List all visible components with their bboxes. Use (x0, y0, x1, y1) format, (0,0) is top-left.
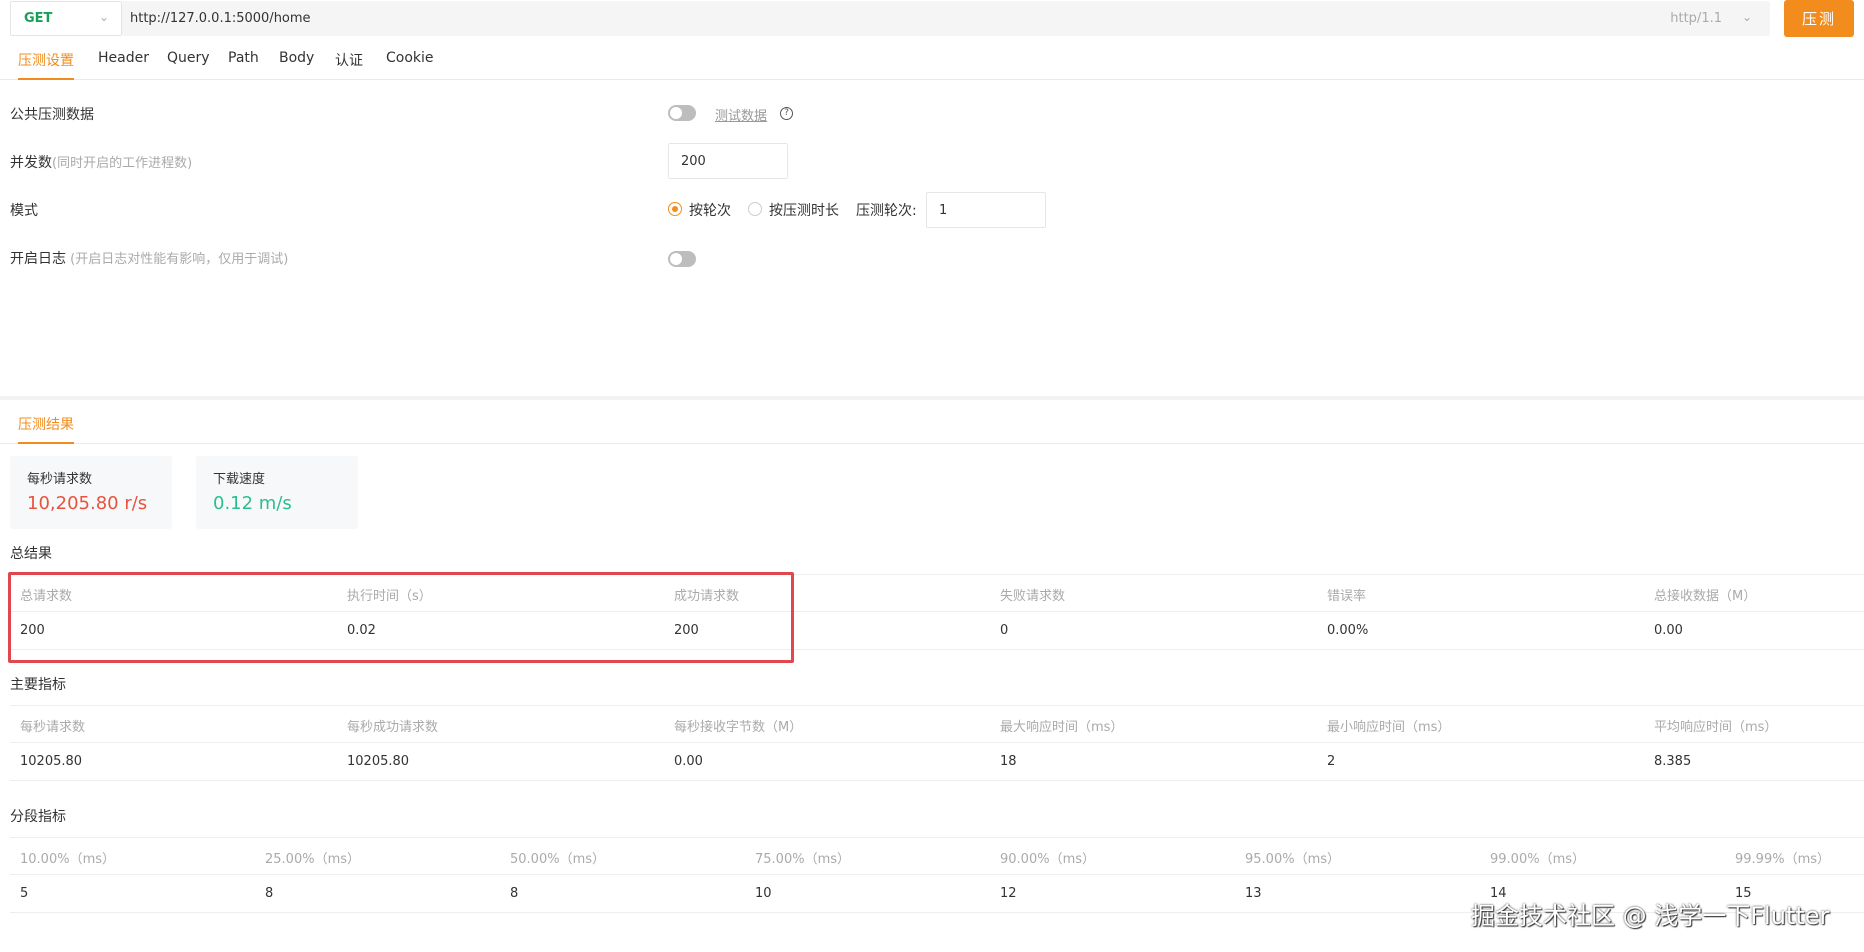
log-hint: (开启日志对性能有影响，仅用于调试) (66, 252, 289, 267)
table-cell: 0.00 (1654, 623, 1683, 638)
table-cell: 10 (755, 886, 772, 901)
test-data-link[interactable]: 测试数据 (715, 105, 767, 124)
rounds-input[interactable]: 1 (926, 192, 1046, 228)
method-select[interactable]: GET ⌄ (10, 1, 122, 36)
table-cell: 12 (1000, 886, 1017, 901)
table-header-cell: 最小响应时间（ms） (1327, 720, 1451, 735)
table-header-cell: 90.00%（ms） (1000, 852, 1096, 867)
chevron-down-icon: ⌄ (98, 10, 109, 24)
table-header-cell: 每秒接收字节数（M） (674, 720, 803, 735)
watermark: 掘金技术社区 @ 浅学一下Flutter (1471, 902, 1830, 930)
table-cell: 18 (1000, 754, 1017, 769)
tab-cookie[interactable]: Cookie (386, 50, 434, 80)
table-header-cell: 95.00%（ms） (1245, 852, 1341, 867)
log-toggle[interactable] (668, 251, 696, 267)
metrics-title: 主要指标 (10, 677, 66, 693)
mode-rounds-label[interactable]: 按轮次 (689, 200, 731, 220)
table-header-cell: 错误率 (1327, 589, 1367, 604)
mode-duration-label[interactable]: 按压测时长 (769, 200, 839, 220)
download-speed-label: 下载速度 (213, 472, 266, 487)
table-header-cell: 每秒请求数 (20, 720, 86, 735)
concurrency-input[interactable]: 200 (668, 143, 788, 179)
table-header-cell: 25.00%（ms） (265, 852, 361, 867)
tab-query[interactable]: Query (167, 50, 210, 80)
table-header-cell: 10.00%（ms） (20, 852, 116, 867)
public-data-toggle[interactable] (668, 105, 696, 121)
tab-body[interactable]: Body (279, 50, 314, 80)
tab-results[interactable]: 压测结果 (18, 414, 74, 444)
download-speed-value: 0.12 m/s (213, 493, 292, 514)
run-load-test-button[interactable]: 压测 (1784, 0, 1854, 37)
method-value: GET (24, 11, 53, 26)
table-cell: 0.00% (1327, 623, 1369, 638)
tab-path[interactable]: Path (228, 50, 259, 80)
table-header-cell: 99.99%（ms） (1735, 852, 1831, 867)
rps-card: 每秒请求数 10,205.80 r/s (10, 456, 172, 529)
table-cell: 0.00 (674, 754, 703, 769)
table-header-cell: 75.00%（ms） (755, 852, 851, 867)
table-cell: 10205.80 (20, 754, 83, 769)
table-cell: 8 (265, 886, 274, 901)
table-header-cell: 每秒成功请求数 (347, 720, 439, 735)
mode-duration-radio[interactable] (748, 202, 762, 216)
table-header-cell: 最大响应时间（ms） (1000, 720, 1124, 735)
protocol-select[interactable]: http/1.1 (1670, 11, 1722, 26)
download-speed-card: 下载速度 0.12 m/s (196, 456, 358, 529)
percentiles-title: 分段指标 (10, 809, 66, 825)
table-header-cell: 99.00%（ms） (1490, 852, 1586, 867)
table-cell: 13 (1245, 886, 1262, 901)
rounds-label: 压测轮次: (856, 203, 917, 219)
help-icon[interactable]: ? (780, 107, 793, 120)
concurrency-label: 并发数(同时开启的工作进程数) (10, 155, 193, 171)
metrics-table: 每秒请求数 每秒成功请求数 每秒接收字节数（M） 最大响应时间（ms） 最小响应… (10, 705, 1864, 781)
rps-value: 10,205.80 r/s (27, 493, 148, 514)
section-divider (0, 396, 1864, 400)
table-cell: 8.385 (1654, 754, 1692, 769)
mode-rounds-radio[interactable] (668, 202, 682, 216)
table-header-row: 10.00%（ms） 25.00%（ms） 50.00%（ms） 75.00%（… (10, 838, 1864, 875)
request-bar: GET ⌄ http://127.0.0.1:5000/home http/1.… (0, 0, 1864, 38)
table-cell: 2 (1327, 754, 1336, 769)
table-header-cell: 平均响应时间（ms） (1654, 720, 1778, 735)
url-input[interactable]: http://127.0.0.1:5000/home http/1.1 ⌄ (122, 1, 1770, 36)
public-data-label: 公共压测数据 (10, 107, 94, 123)
highlight-box (8, 572, 794, 663)
table-header-cell: 50.00%（ms） (510, 852, 606, 867)
tab-auth[interactable]: 认证 (335, 50, 363, 80)
tab-header[interactable]: Header (98, 50, 149, 80)
result-tabs: 压测结果 (0, 406, 1864, 444)
table-header-cell: 失败请求数 (1000, 589, 1066, 604)
tab-load-settings[interactable]: 压测设置 (18, 50, 74, 80)
request-tabs: 压测设置 Header Query Path Body 认证 Cookie (0, 44, 1864, 80)
rps-label: 每秒请求数 (27, 472, 93, 487)
table-cell: 10205.80 (347, 754, 410, 769)
table-cell: 0 (1000, 623, 1009, 638)
url-value: http://127.0.0.1:5000/home (130, 11, 311, 26)
concurrency-hint: (同时开启的工作进程数) (52, 156, 193, 171)
log-label: 开启日志 (开启日志对性能有影响，仅用于调试) (10, 251, 289, 267)
summary-title: 总结果 (10, 546, 52, 562)
chevron-down-icon: ⌄ (1741, 10, 1752, 24)
table-header-cell: 总接收数据（M） (1654, 589, 1757, 604)
table-row: 10205.80 10205.80 0.00 18 2 8.385 (10, 743, 1864, 780)
table-cell: 8 (510, 886, 519, 901)
table-header-row: 每秒请求数 每秒成功请求数 每秒接收字节数（M） 最大响应时间（ms） 最小响应… (10, 706, 1864, 743)
mode-label: 模式 (10, 203, 38, 219)
table-cell: 5 (20, 886, 29, 901)
